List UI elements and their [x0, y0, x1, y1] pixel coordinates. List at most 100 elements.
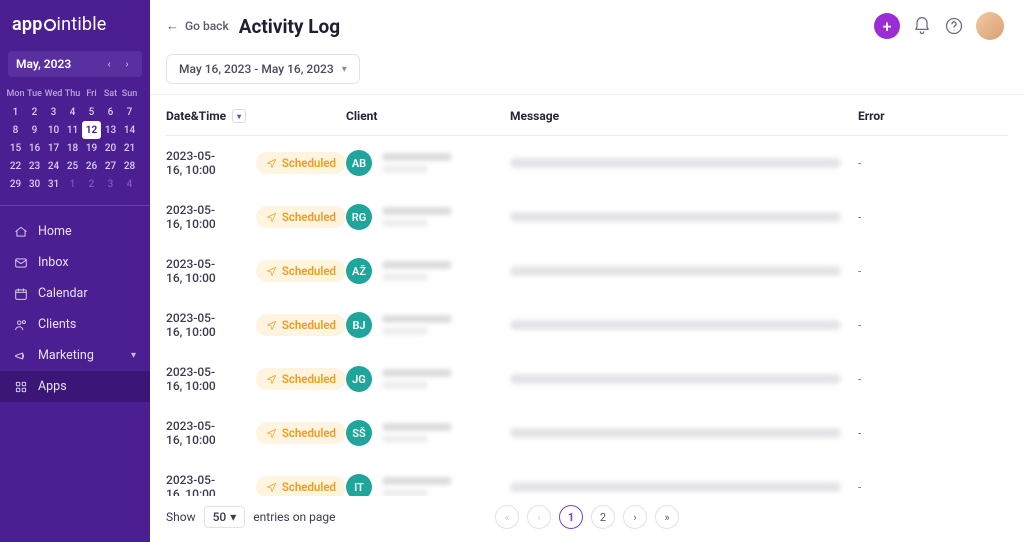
activity-table: Date&Time ▾ Client Message Error 2023-05…: [150, 95, 1024, 496]
cell-error: -: [858, 210, 1008, 224]
table-row[interactable]: 2023-05-16, 10:00ScheduledAB-: [166, 136, 1008, 190]
calendar-day[interactable]: 18: [63, 139, 82, 157]
cell-datetime: 2023-05-16, 10:00: [166, 365, 230, 393]
page-prev-button[interactable]: ‹: [527, 505, 551, 529]
calendar-day[interactable]: 30: [25, 175, 44, 193]
calendar-day[interactable]: 15: [6, 139, 25, 157]
table-row[interactable]: 2023-05-16, 10:00ScheduledJG-: [166, 352, 1008, 406]
calendar-day[interactable]: 29: [6, 175, 25, 193]
help-button[interactable]: [944, 16, 964, 36]
calendar-day[interactable]: 19: [82, 139, 101, 157]
cell-error: -: [858, 426, 1008, 440]
calendar-day[interactable]: 14: [120, 121, 139, 139]
calendar-day[interactable]: 12: [82, 121, 101, 139]
column-header-client[interactable]: Client: [346, 109, 510, 123]
month-selector[interactable]: May, 2023 ‹ ›: [8, 51, 142, 77]
calendar-day[interactable]: 17: [44, 139, 63, 157]
status-pill: Scheduled: [256, 314, 346, 336]
table-row[interactable]: 2023-05-16, 10:00ScheduledRG-: [166, 190, 1008, 244]
month-next-button[interactable]: ›: [120, 57, 134, 71]
nav-item-calendar[interactable]: Calendar: [0, 278, 150, 309]
sort-icon[interactable]: ▾: [232, 109, 246, 123]
client-avatar: IT: [346, 474, 372, 496]
calendar-day-head: Sat: [101, 85, 120, 103]
column-header-datetime[interactable]: Date&Time: [166, 109, 226, 123]
cell-datetime: 2023-05-16, 10:00: [166, 257, 230, 285]
calendar-day[interactable]: 20: [101, 139, 120, 157]
client-avatar: AŽ: [346, 258, 372, 284]
chevron-down-icon: ▾: [342, 64, 347, 75]
user-avatar[interactable]: [976, 12, 1004, 40]
calendar-day[interactable]: 25: [63, 157, 82, 175]
calendar-day[interactable]: 5: [82, 103, 101, 121]
calendar-icon: [14, 287, 28, 301]
calendar-day[interactable]: 6: [101, 103, 120, 121]
status-pill: Scheduled: [256, 368, 346, 390]
month-prev-button[interactable]: ‹: [102, 57, 116, 71]
nav-item-marketing[interactable]: Marketing▾: [0, 340, 150, 371]
calendar-day[interactable]: 1: [6, 103, 25, 121]
client-cell: AŽ: [346, 258, 510, 284]
message-preview: [510, 158, 841, 168]
nav-item-inbox[interactable]: Inbox: [0, 247, 150, 278]
page-last-button[interactable]: »: [655, 505, 679, 529]
date-range-picker[interactable]: May 16, 2023 - May 16, 2023 ▾: [166, 54, 360, 84]
nav-item-home[interactable]: Home: [0, 216, 150, 247]
calendar-day[interactable]: 22: [6, 157, 25, 175]
column-header-message[interactable]: Message: [510, 109, 858, 123]
page-number-2[interactable]: 2: [591, 505, 615, 529]
calendar-day[interactable]: 16: [25, 139, 44, 157]
calendar-day[interactable]: 7: [120, 103, 139, 121]
calendar-day[interactable]: 27: [101, 157, 120, 175]
client-cell: JG: [346, 366, 510, 392]
calendar-day[interactable]: 8: [6, 121, 25, 139]
cell-error: -: [858, 318, 1008, 332]
calendar-day[interactable]: 23: [25, 157, 44, 175]
calendar-day-head: Sun: [120, 85, 139, 103]
message-preview: [510, 320, 841, 330]
table-row[interactable]: 2023-05-16, 10:00ScheduledIT-: [166, 460, 1008, 496]
calendar-day[interactable]: 3: [101, 175, 120, 193]
calendar-day[interactable]: 9: [25, 121, 44, 139]
calendar-day[interactable]: 31: [44, 175, 63, 193]
calendar-day[interactable]: 13: [101, 121, 120, 139]
client-info: [382, 207, 452, 227]
notifications-button[interactable]: [912, 16, 932, 36]
calendar-day[interactable]: 24: [44, 157, 63, 175]
calendar-day[interactable]: 28: [120, 157, 139, 175]
create-button[interactable]: +: [874, 13, 900, 39]
page-size-select[interactable]: 50 ▾: [204, 506, 246, 528]
table-row[interactable]: 2023-05-16, 10:00 ScheduledAŽ -: [166, 244, 1008, 298]
cell-error: -: [858, 264, 1008, 278]
table-row[interactable]: 2023-05-16, 10:00ScheduledSŠ-: [166, 406, 1008, 460]
page-number-1[interactable]: 1: [559, 505, 583, 529]
status-label: Scheduled: [282, 156, 336, 170]
calendar-day-head: Fri: [82, 85, 101, 103]
nav-item-clients[interactable]: Clients: [0, 309, 150, 340]
send-icon: [266, 320, 277, 331]
calendar-day[interactable]: 3: [44, 103, 63, 121]
brand-text-post: intible: [57, 14, 107, 35]
go-back-button[interactable]: ← Go back: [166, 18, 229, 34]
calendar-day[interactable]: 4: [63, 103, 82, 121]
nav-label: Marketing: [38, 348, 94, 363]
page-size-value: 50: [213, 510, 227, 524]
table-row[interactable]: 2023-05-16, 10:00ScheduledBJ-: [166, 298, 1008, 352]
calendar-row: 22232425262728: [6, 157, 144, 175]
calendar-day[interactable]: 10: [44, 121, 63, 139]
status-pill: Scheduled: [256, 206, 346, 228]
calendar-day[interactable]: 1: [63, 175, 82, 193]
calendar-day-head: Wed: [44, 85, 63, 103]
calendar-day[interactable]: 26: [82, 157, 101, 175]
calendar-day-head: Tue: [25, 85, 44, 103]
calendar-day[interactable]: 2: [82, 175, 101, 193]
calendar-day[interactable]: 2: [25, 103, 44, 121]
status-pill: Scheduled: [256, 260, 346, 282]
calendar-day[interactable]: 11: [63, 121, 82, 139]
nav-item-apps[interactable]: Apps: [0, 371, 150, 402]
calendar-day[interactable]: 21: [120, 139, 139, 157]
page-next-button[interactable]: ›: [623, 505, 647, 529]
calendar-day[interactable]: 4: [120, 175, 139, 193]
column-header-error[interactable]: Error: [858, 109, 1008, 123]
page-first-button[interactable]: «: [495, 505, 519, 529]
